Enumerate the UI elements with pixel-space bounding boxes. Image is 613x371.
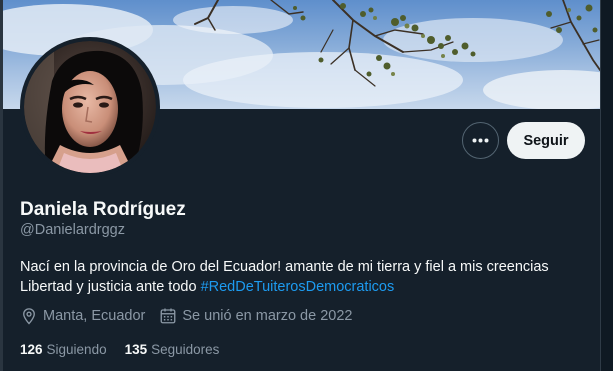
location-item: Manta, Ecuador	[20, 307, 145, 325]
following-link[interactable]: 126 Siguiendo	[20, 342, 107, 357]
profile-page: Seguir Daniela Rodríguez @Danielardrggz …	[0, 0, 613, 371]
following-count: 126	[20, 342, 43, 357]
display-name: Daniela Rodríguez	[20, 199, 186, 220]
following-label: Siguiendo	[46, 342, 107, 357]
profile-stats: 126 Siguiendo 135 Seguidores	[20, 342, 237, 357]
profile-bio: Nací en la provincia de Oro del Ecuador!…	[20, 257, 590, 297]
calendar-icon	[160, 308, 176, 324]
bio-hashtag-link[interactable]: #RedDeTuiterosDemocraticos	[201, 279, 395, 295]
more-horizontal-icon	[472, 138, 489, 143]
followers-link[interactable]: 135 Seguidores	[125, 342, 220, 357]
joined-text: Se unió en marzo de 2022	[182, 308, 353, 324]
profile-avatar[interactable]	[20, 37, 160, 177]
scrollbar-track[interactable]	[600, 0, 613, 371]
profile-meta: Manta, Ecuador Se unió en marzo de 2022	[20, 307, 366, 325]
location-text: Manta, Ecuador	[43, 308, 146, 324]
user-handle: @Danielardrggz	[20, 222, 125, 238]
avatar-photo	[24, 41, 156, 173]
more-options-button[interactable]	[462, 122, 499, 159]
joined-item: Se unió en marzo de 2022	[159, 307, 352, 325]
followers-label: Seguidores	[151, 342, 220, 357]
follow-button[interactable]: Seguir	[507, 122, 585, 159]
location-pin-icon	[23, 308, 35, 325]
followers-count: 135	[124, 342, 148, 357]
